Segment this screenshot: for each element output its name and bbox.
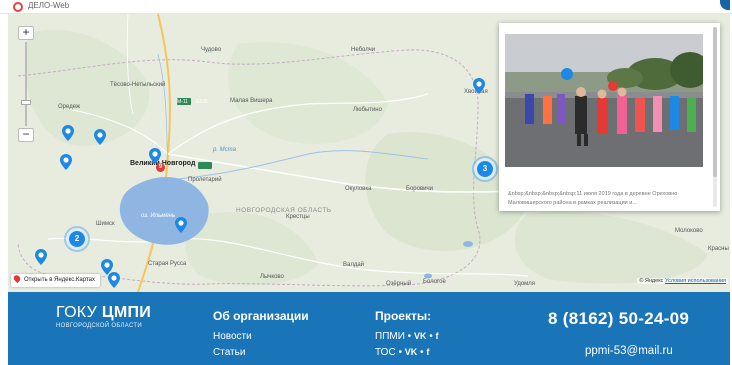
place-krasny: Красны — [708, 246, 729, 252]
place-valday: Валдай — [343, 262, 365, 268]
phone-number[interactable]: 8 (8162) 50-24-09 — [548, 309, 689, 329]
footer-about-column: Об организации Новости Статьи — [213, 309, 309, 358]
place-molokovo: Молоково — [675, 228, 703, 234]
footer-logo[interactable]: ГОКУ ЦМПИ НОВГОРОДСКОЙ ОБЛАСТИ — [56, 304, 151, 329]
map-marker-icon[interactable] — [108, 272, 120, 288]
email-link[interactable]: ppmi-53@mail.ru — [585, 345, 673, 357]
zoom-control: + − — [18, 26, 34, 142]
browser-icon — [13, 2, 23, 12]
map-marker-icon[interactable] — [60, 154, 72, 170]
logo-text-bold: ЦМПИ — [101, 304, 152, 321]
map-copyright: © Яндекс Условия использования — [637, 278, 728, 284]
place-malaya-vishera: Малая Вишера — [230, 98, 273, 104]
footer-projects-column: Проекты: ППМИ • VK • f ТОС • VK • f — [375, 309, 439, 358]
vk-icon[interactable]: VK — [405, 347, 418, 357]
road-label-e105: Е105 — [196, 99, 208, 105]
event-photo[interactable] — [505, 34, 703, 167]
articles-link[interactable]: Статьи — [213, 347, 309, 358]
place-shimsk: Шимск — [96, 221, 115, 227]
place-msta-river: р. Мста — [213, 147, 236, 153]
place-lychkovo: Лычково — [260, 274, 284, 280]
place-ozerny: Озёрный — [386, 281, 412, 287]
place-chudovo: Чудово — [201, 47, 222, 53]
ppmi-row: ППМИ • VK • f — [375, 331, 439, 342]
marker-cluster[interactable]: 3 — [474, 158, 496, 180]
map-marker-icon[interactable] — [94, 129, 106, 145]
facebook-icon[interactable]: f — [426, 347, 429, 357]
zoom-out-button[interactable]: − — [18, 128, 34, 142]
place-staraya-russa: Старая Русса — [148, 261, 187, 267]
zoom-slider[interactable] — [18, 40, 34, 128]
zoom-in-button[interactable]: + — [18, 26, 34, 40]
place-udomlya: Удомля — [514, 281, 536, 287]
projects-heading: Проекты: — [375, 309, 432, 323]
place-nebolchi: Неболчи — [351, 47, 376, 53]
separator: • — [404, 331, 414, 342]
zoom-slider-track — [25, 42, 27, 126]
region-label: НОВГОРОДСКАЯ ОБЛАСТЬ — [236, 207, 332, 214]
map-balloon-popup[interactable]: &nbsp;&nbsp;&nbsp;&nbsp;11 июля 2019 год… — [499, 23, 720, 211]
yandex-marker-icon — [12, 273, 22, 284]
popup-scrollbar-thumb[interactable] — [713, 27, 717, 177]
separator: • — [426, 331, 436, 342]
map-marker-icon[interactable] — [149, 148, 161, 164]
zoom-slider-handle[interactable] — [21, 100, 31, 105]
map-marker-icon[interactable] — [35, 249, 47, 265]
road-label-m11: М-11 — [177, 99, 189, 105]
place-krestcy: Крестцы — [286, 214, 310, 220]
copyright-text: © Яндекс — [639, 278, 664, 284]
marker-count-badge[interactable]: 9 — [156, 163, 165, 172]
tos-link[interactable]: ТОС — [375, 347, 396, 358]
separator: • — [395, 347, 405, 358]
place-oredezh: Оредеж — [58, 104, 80, 110]
corner-tab-icon[interactable] — [720, 0, 730, 10]
place-borovichi: Боровичи — [406, 186, 433, 192]
map-marker-icon[interactable] — [62, 125, 74, 141]
terms-link[interactable]: Условия использования — [665, 278, 726, 284]
logo-text: ГОКУ — [56, 304, 102, 321]
map-marker-icon[interactable] — [473, 78, 485, 94]
place-okulovka: Окуловка — [345, 186, 372, 192]
window-titlebar: ДЕЛО-Web — [0, 0, 732, 14]
logo-subtitle: НОВГОРОДСКОЙ ОБЛАСТИ — [56, 323, 142, 329]
yandex-map[interactable]: Е105 М-11 Чудово Неболчи Тёсово-Нетыльск… — [8, 14, 730, 292]
site-footer: ГОКУ ЦМПИ НОВГОРОДСКОЙ ОБЛАСТИ Об органи… — [8, 292, 730, 365]
news-link[interactable]: Новости — [213, 331, 309, 342]
marker-cluster[interactable]: 2 — [66, 228, 88, 250]
facebook-icon[interactable]: f — [436, 331, 439, 341]
place-proletarsky: Пролетарий — [188, 177, 222, 183]
event-photo-image — [505, 34, 703, 167]
place-ilmen: оз. Ильмень — [141, 213, 176, 219]
map-marker-icon[interactable] — [175, 217, 187, 233]
tos-row: ТОС • VK • f — [375, 347, 439, 358]
place-tesovo: Тёсово-Нетыльский — [110, 82, 166, 88]
vk-icon[interactable]: VK — [414, 331, 427, 341]
about-heading[interactable]: Об организации — [213, 309, 309, 323]
open-in-yandex-link[interactable]: Открыть в Яндекс.Картах — [11, 273, 100, 287]
open-in-yandex-label: Открыть в Яндекс.Картах — [24, 277, 95, 283]
window-title: ДЕЛО-Web — [28, 1, 70, 10]
popup-caption: &nbsp;&nbsp;&nbsp;&nbsp;11 июля 2019 год… — [508, 191, 678, 206]
separator: • — [417, 347, 427, 358]
place-lyubytino: Любытино — [353, 107, 382, 113]
ppmi-link[interactable]: ППМИ — [375, 331, 405, 342]
popup-scrollbar[interactable] — [713, 27, 717, 207]
place-bologoe: Бологое — [423, 279, 446, 285]
